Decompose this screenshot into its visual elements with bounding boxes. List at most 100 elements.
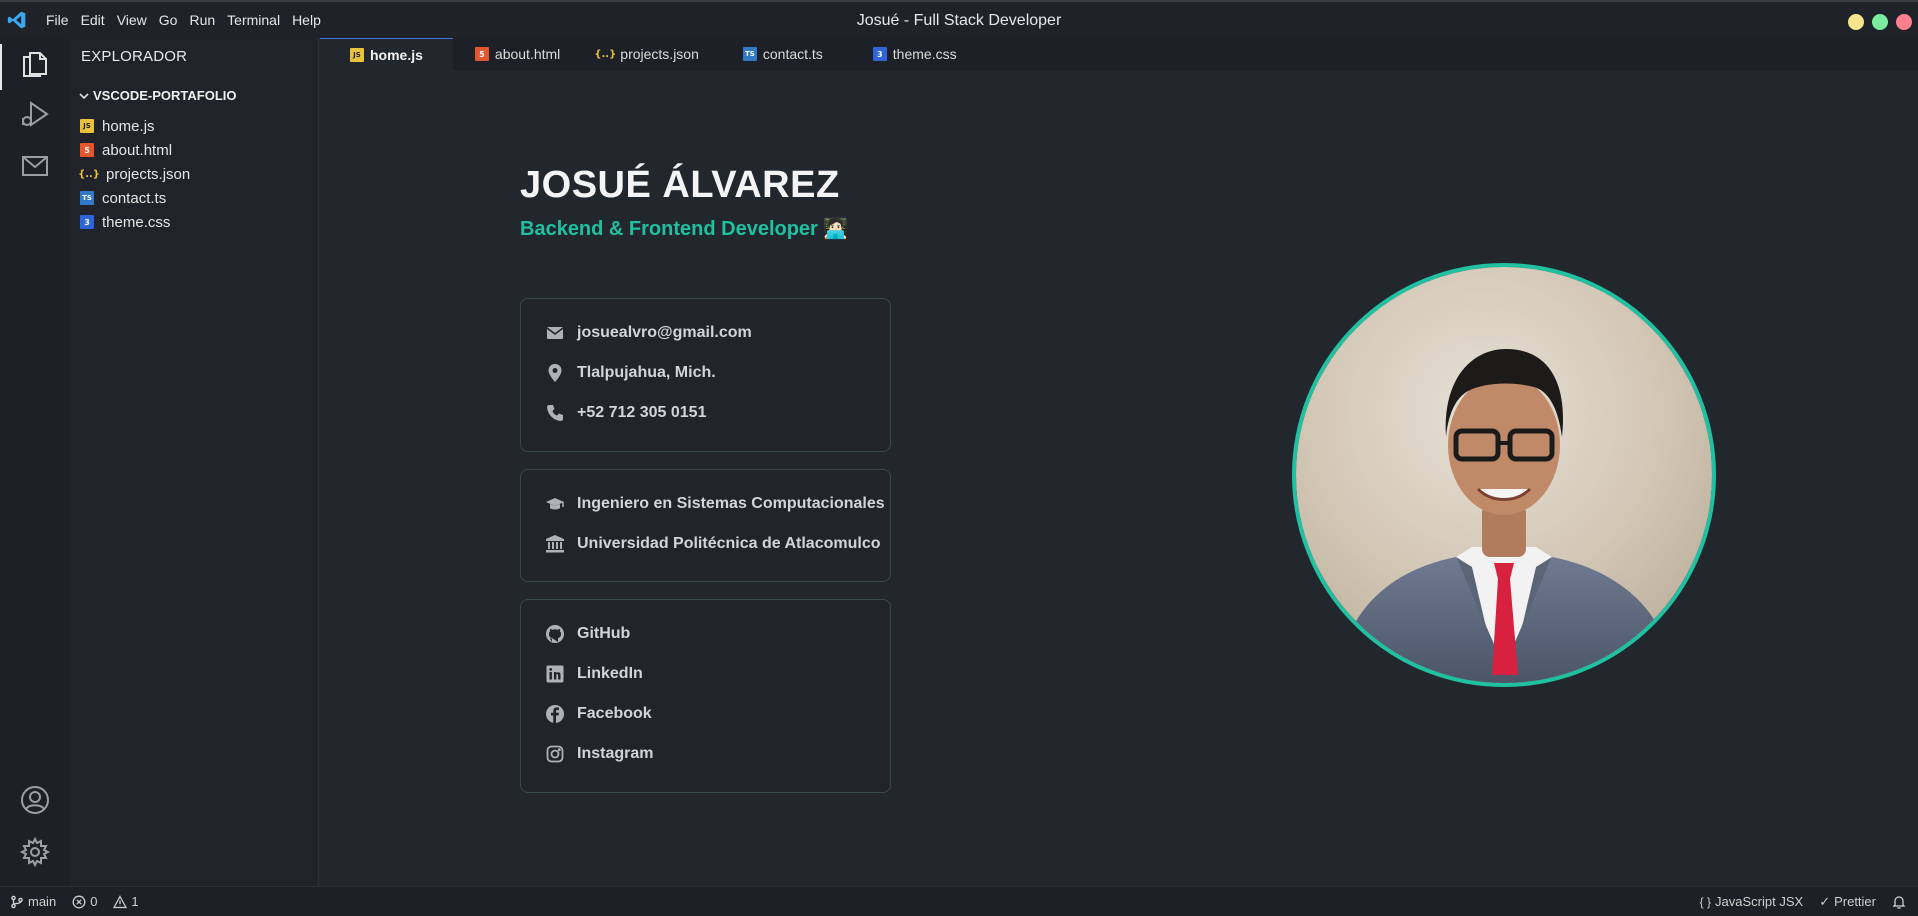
- js-icon: JS: [80, 119, 94, 133]
- contact-phone[interactable]: +52 712 305 0151: [545, 403, 706, 423]
- formatter-indicator[interactable]: ✓ Prettier: [1819, 894, 1876, 910]
- file-label: projects.json: [106, 165, 191, 183]
- tab-contact-ts[interactable]: TS contact.ts: [713, 38, 837, 70]
- tab-label: home.js: [370, 46, 423, 63]
- language-label: JavaScript JSX: [1715, 894, 1804, 909]
- menu-terminal[interactable]: Terminal: [221, 2, 286, 38]
- menu-edit[interactable]: Edit: [75, 2, 111, 38]
- file-label: contact.ts: [102, 189, 167, 207]
- branch-name: main: [28, 894, 57, 909]
- file-item-contact-ts[interactable]: TS contact.ts: [80, 187, 166, 209]
- tab-home-js[interactable]: JS home.js: [320, 38, 453, 70]
- errors-indicator[interactable]: 0: [72, 894, 97, 909]
- warnings-count: 1: [131, 894, 139, 909]
- social-link-linkedin[interactable]: LinkedIn: [545, 664, 643, 684]
- contact-email[interactable]: josuealvro@gmail.com: [545, 323, 752, 343]
- social-instagram-label: Instagram: [577, 745, 654, 762]
- social-github-label: GitHub: [577, 625, 631, 642]
- tab-label: theme.css: [892, 46, 957, 62]
- html-icon: 5: [474, 47, 489, 61]
- run-debug-icon[interactable]: [17, 96, 53, 132]
- account-icon[interactable]: [17, 782, 53, 818]
- education-card: Ingeniero en Sistemas Computacionales Un…: [520, 469, 891, 582]
- social-link-instagram[interactable]: Instagram: [545, 744, 653, 764]
- facebook-icon: [546, 705, 564, 723]
- contact-phone-text: +52 712 305 0151: [577, 404, 707, 421]
- social-link-github[interactable]: GitHub: [545, 624, 630, 644]
- git-branch-icon: [11, 895, 23, 908]
- errors-count: 0: [90, 894, 98, 909]
- linkedin-icon: [546, 665, 564, 683]
- maximize-button[interactable]: [1872, 14, 1888, 30]
- file-item-projects-json[interactable]: {..} projects.json: [78, 163, 191, 185]
- graduation-cap-icon: [546, 498, 564, 510]
- editor-tabs: JS home.js 5 about.html {..} projects.js…: [320, 38, 1918, 70]
- css-icon: 3: [872, 47, 887, 61]
- html-icon: 5: [80, 143, 94, 157]
- ts-icon: TS: [80, 191, 94, 205]
- tab-label: projects.json: [620, 46, 699, 62]
- check-icon: ✓: [1819, 893, 1831, 909]
- education-university-text: Universidad Politécnica de Atlacomulco: [577, 535, 881, 552]
- json-icon: {..}: [594, 48, 617, 60]
- menu-view[interactable]: View: [111, 2, 153, 38]
- gear-icon[interactable]: [17, 834, 53, 870]
- app-window: File Edit View Go Run Terminal Help Josu…: [0, 0, 1918, 916]
- menu-go[interactable]: Go: [153, 2, 184, 38]
- phone-icon: [547, 405, 563, 421]
- tab-about-html[interactable]: 5 about.html: [453, 38, 574, 70]
- language-mode[interactable]: { } JavaScript JSX: [1700, 894, 1804, 909]
- editor-area: JOSUÉ ÁLVAREZ Backend & Frontend Develop…: [320, 70, 1918, 886]
- github-icon: [546, 625, 564, 643]
- education-university: Universidad Politécnica de Atlacomulco: [545, 534, 881, 554]
- file-item-about-html[interactable]: 5 about.html: [80, 139, 172, 161]
- menu-run[interactable]: Run: [183, 2, 221, 38]
- explorer-sidebar: EXPLORADOR VSCODE-PORTAFOLIO JS home.js …: [70, 38, 319, 886]
- education-degree: Ingeniero en Sistemas Computacionales: [545, 494, 885, 514]
- formatter-label: Prettier: [1834, 894, 1876, 909]
- profile-role: Backend & Frontend Developer 🧑🏻‍💻: [520, 218, 849, 240]
- folder-name: VSCODE-PORTAFOLIO: [93, 88, 237, 103]
- contact-location: Tlalpujahua, Mich.: [545, 363, 716, 383]
- instagram-icon: [546, 745, 564, 763]
- folder-header[interactable]: VSCODE-PORTAFOLIO: [78, 88, 236, 103]
- social-link-facebook[interactable]: Facebook: [545, 704, 652, 724]
- file-label: about.html: [102, 141, 173, 159]
- contact-card: josuealvro@gmail.com Tlalpujahua, Mich. …: [520, 298, 891, 452]
- profile-name: JOSUÉ ÁLVAREZ: [520, 164, 840, 206]
- social-linkedin-label: LinkedIn: [577, 665, 643, 682]
- menu-help[interactable]: Help: [286, 2, 327, 38]
- menu-bar: File Edit View Go Run Terminal Help: [40, 2, 327, 38]
- activity-bar: [0, 38, 70, 886]
- css-icon: 3: [80, 215, 94, 229]
- file-item-home-js[interactable]: JS home.js: [80, 115, 155, 137]
- mail-icon[interactable]: [17, 148, 53, 184]
- branch-indicator[interactable]: main: [10, 894, 56, 909]
- tab-projects-json[interactable]: {..} projects.json: [574, 38, 713, 70]
- tab-label: contact.ts: [762, 46, 823, 62]
- js-icon: JS: [350, 47, 364, 62]
- notifications-bell-icon[interactable]: [1892, 895, 1906, 909]
- location-pin-icon: [548, 364, 562, 382]
- window-controls: [1848, 14, 1912, 30]
- status-bar: main 0 1 { } JavaScript JSX ✓ Prettier: [0, 886, 1918, 916]
- close-button[interactable]: [1896, 14, 1912, 30]
- tab-theme-css[interactable]: 3 theme.css: [837, 38, 971, 70]
- files-icon[interactable]: [17, 44, 53, 80]
- social-facebook-label: Facebook: [577, 705, 652, 722]
- vscode-logo-icon: [0, 2, 34, 38]
- contact-location-text: Tlalpujahua, Mich.: [577, 364, 716, 381]
- mail-icon: [546, 327, 564, 339]
- menu-file[interactable]: File: [40, 2, 75, 38]
- explorer-title: EXPLORADOR: [81, 48, 188, 65]
- tab-label: about.html: [494, 46, 561, 62]
- file-item-theme-css[interactable]: 3 theme.css: [80, 211, 170, 233]
- file-label: home.js: [102, 117, 155, 135]
- warnings-indicator[interactable]: 1: [113, 894, 139, 909]
- chevron-down-icon: [79, 92, 89, 99]
- warning-icon: [113, 894, 128, 908]
- title-bar: File Edit View Go Run Terminal Help Josu…: [0, 0, 1918, 38]
- json-icon: {..}: [78, 168, 100, 180]
- minimize-button[interactable]: [1848, 14, 1864, 30]
- education-degree-text: Ingeniero en Sistemas Computacionales: [577, 495, 885, 512]
